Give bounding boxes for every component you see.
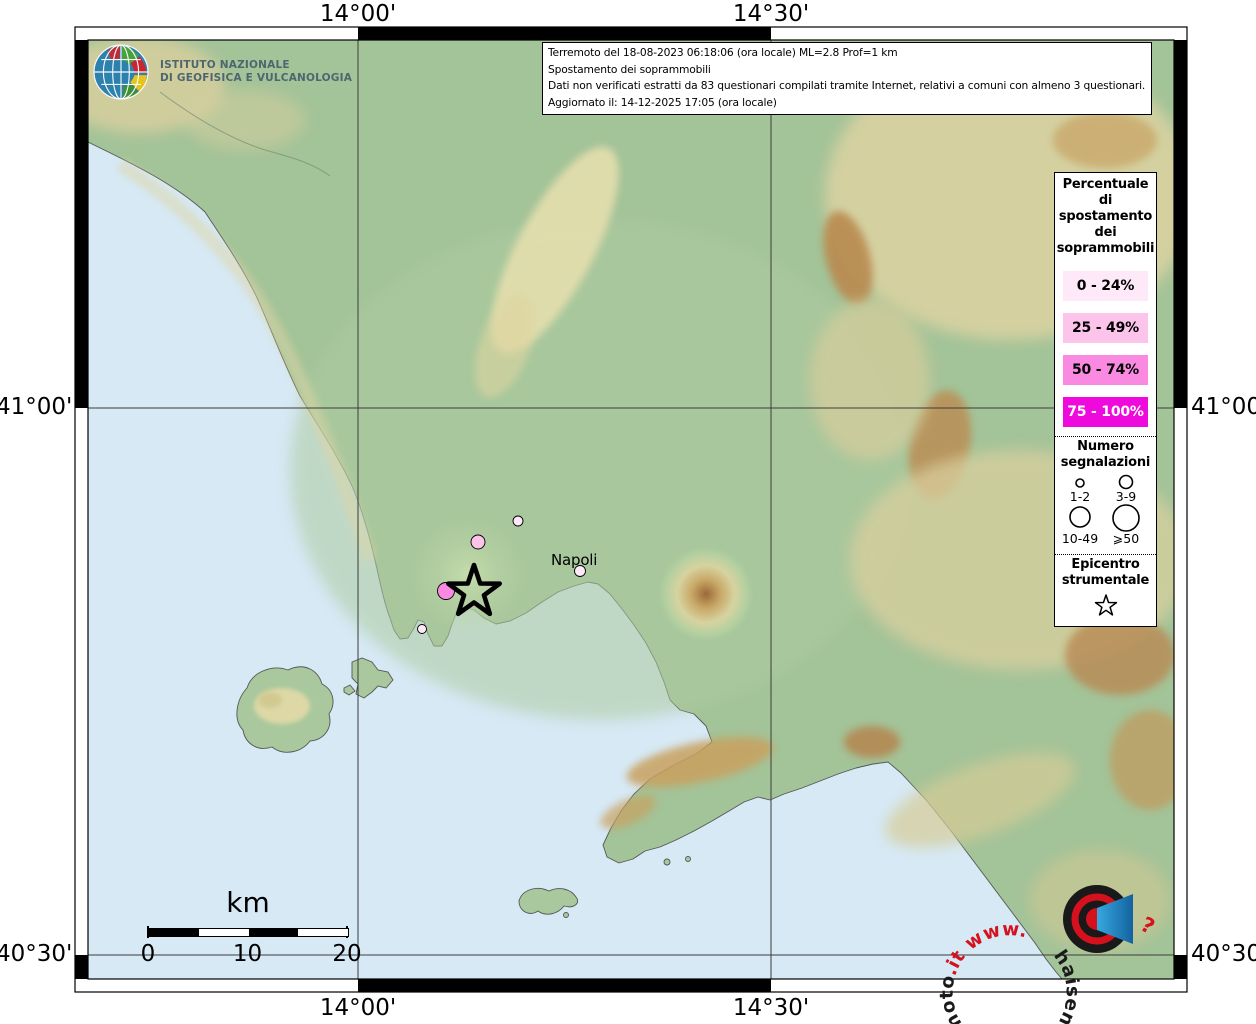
legend: Percentuale di spostamento dei soprammob… [1054, 172, 1157, 627]
ingv-name-line1: ISTITUTO NAZIONALE [160, 59, 352, 72]
islet [564, 913, 569, 918]
ingv-globe-icon [93, 44, 149, 100]
axis-label-top-14d00: 14°00' [320, 1, 396, 27]
count-circle-50 [1113, 505, 1139, 531]
axis-label-bottom-14d30: 14°30' [733, 995, 809, 1021]
legend-class-50-74: 50 - 74% [1063, 355, 1148, 385]
event-updated-note: Aggiornato il: 14-12-2025 17:05 (ora loc… [548, 95, 1145, 112]
scale-bar-segments [148, 928, 349, 937]
islet [664, 859, 670, 865]
felt-report-point [471, 535, 485, 549]
volcano-vesuvius [654, 542, 758, 646]
legend-class-0-24: 0 - 24% [1063, 271, 1148, 301]
event-info-box: Terremoto del 18-08-2023 06:18:06 (ora l… [542, 42, 1152, 115]
count-label-10-49: 10-49 [1061, 531, 1097, 545]
event-title: Terremoto del 18-08-2023 06:18:06 (ora l… [548, 45, 1145, 62]
legend-class-75-100: 75 - 100% [1063, 397, 1148, 427]
event-data-note: Dati non verificati estratti da 83 quest… [548, 78, 1145, 95]
axis-label-bottom-14d00: 14°00' [320, 995, 396, 1021]
legend-counts-title: Numero segnalazioni [1055, 437, 1156, 473]
scale-num-0: 0 [141, 941, 156, 967]
legend-count-symbols: 1-2 3-9 10-49 ⩾50 [1058, 473, 1154, 545]
count-label-1-2: 1-2 [1069, 489, 1089, 504]
count-circle-10-49 [1070, 507, 1090, 527]
legend-title: Percentuale di spostamento dei soprammob… [1055, 173, 1156, 259]
axis-label-left-40d30: 40°30' [0, 941, 70, 967]
count-circle-1-2 [1076, 479, 1084, 487]
count-circle-3-9 [1119, 476, 1132, 489]
scale-bar: km 0 10 20 [138, 886, 358, 971]
count-label-50: ⩾50 [1112, 531, 1138, 545]
ingv-name-line2: DI GEOFISICA E VULCANOLOGIA [160, 72, 352, 85]
count-label-3-9: 3-9 [1115, 489, 1135, 504]
legend-epicenter-title: Epicentro strumentale [1055, 555, 1156, 591]
scale-segment [149, 929, 199, 936]
axis-label-left-41d00: 41°00' [0, 394, 70, 420]
axis-label-right-40d30: 40°30' [1191, 941, 1256, 967]
legend-class-25-49: 25 - 49% [1063, 313, 1148, 343]
felt-report-point [418, 625, 427, 634]
axis-label-right-41d00: 41°00' [1191, 394, 1256, 420]
campi-flegrei-shading [410, 517, 526, 633]
scale-num-10: 10 [233, 941, 262, 967]
axis-label-top-14d30: 14°30' [733, 1, 809, 27]
scale-unit-label: km [138, 886, 358, 919]
scale-segment [249, 929, 299, 936]
event-subtitle: Spostamento dei soprammobili [548, 62, 1145, 79]
scale-num-20: 20 [332, 941, 361, 967]
scale-segment [199, 929, 249, 936]
legend-epicenter-star [1091, 591, 1121, 621]
ingv-logo: ISTITUTO NAZIONALE DI GEOFISICA E VULCAN… [93, 44, 352, 100]
map-screenshot: { "info_box": { "lines": [ "Terremoto de… [0, 0, 1256, 1024]
islet [686, 857, 691, 862]
felt-report-point [513, 516, 523, 526]
ingv-name: ISTITUTO NAZIONALE DI GEOFISICA E VULCAN… [160, 59, 352, 85]
scale-segment [298, 929, 348, 936]
city-label-napoli: Napoli [551, 551, 597, 569]
